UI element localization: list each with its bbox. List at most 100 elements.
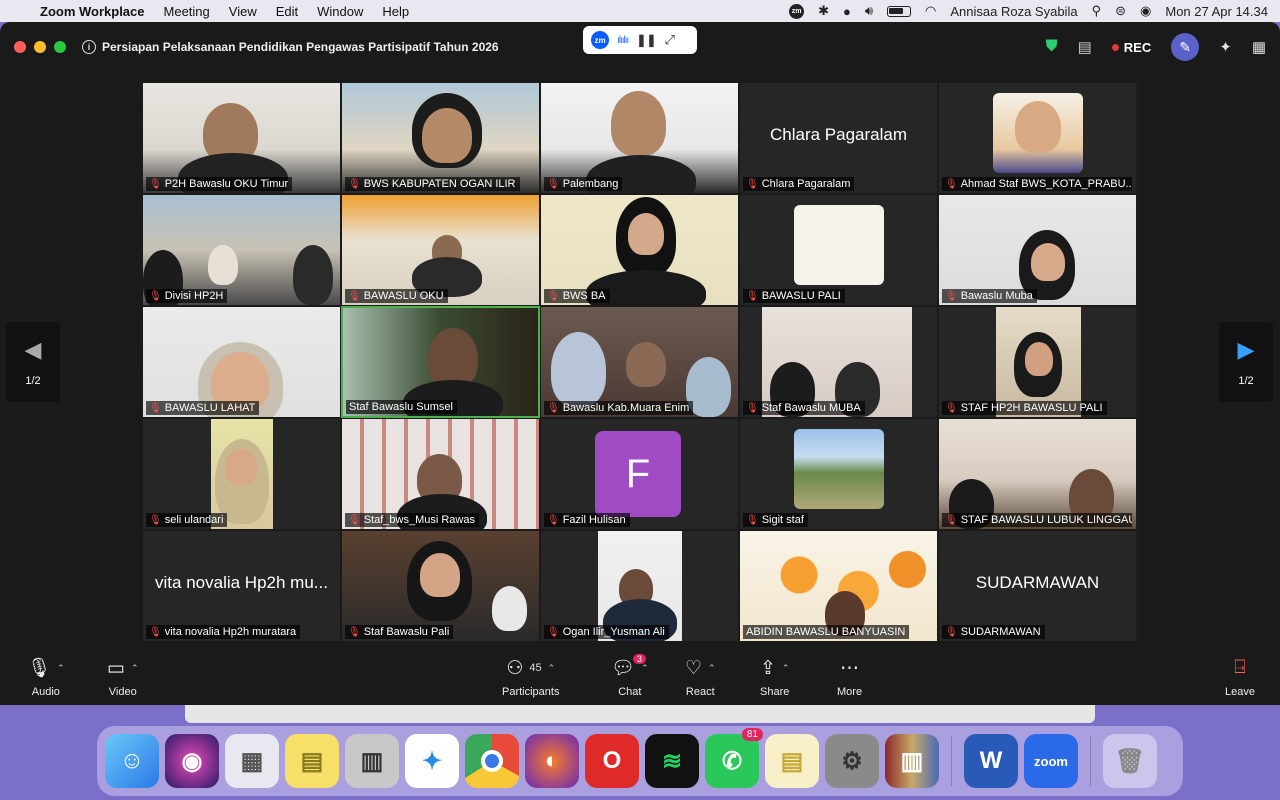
opera-icon[interactable]: O (585, 734, 639, 788)
participant-tile[interactable]: 🎙︎ Staf_bws_Musi Rawas (341, 418, 540, 530)
participant-tile[interactable]: 🎙︎ Ahmad Staf BWS_KOTA_PRABU... (938, 82, 1137, 194)
participant-tile[interactable]: 🎙︎ P2H Bawaslu OKU Timur (142, 82, 341, 194)
fullscreen-button[interactable] (54, 41, 66, 53)
audio-button[interactable]: 🎙︎ ⌃ Audio (27, 656, 65, 698)
participant-tile[interactable]: 🎙︎ BWS BA (540, 194, 739, 306)
chrome-icon[interactable] (465, 734, 519, 788)
spotify-icon[interactable]: ≋ (645, 734, 699, 788)
safari-icon[interactable]: ✦ (405, 734, 459, 788)
zoom-status-icon[interactable]: zm (789, 3, 805, 19)
participant-tile[interactable]: 🎙︎ Ogan Ilir_Yusman Ali (540, 530, 739, 642)
trash-icon[interactable]: 🗑︎ (1103, 734, 1157, 788)
siri-icon[interactable]: ◉ (165, 734, 219, 788)
previous-page-button[interactable]: ◀ 1/2 (6, 322, 60, 402)
close-button[interactable] (14, 41, 26, 53)
siri-icon[interactable]: ◉ (1140, 3, 1151, 19)
participant-tile[interactable]: 🎙︎ seli ulandari (142, 418, 341, 530)
menu-bar: Zoom Workplace Meeting View Edit Window … (0, 0, 1280, 22)
react-button[interactable]: ♡ ⌃ React (685, 656, 716, 699)
notes-icon[interactable]: ▤ (1078, 38, 1092, 56)
menu-app-name[interactable]: Zoom Workplace (40, 4, 145, 19)
next-page-button[interactable]: ▶ 1/2 (1219, 322, 1273, 402)
participant-tile-active-speaker[interactable]: Staf Bawaslu Sumsel (341, 306, 540, 418)
chat-button[interactable]: 💬︎ 3 ⌃ Chat (611, 654, 649, 698)
calculator-icon[interactable]: ▥ (345, 734, 399, 788)
mic-muted-icon: 🎙︎ (945, 514, 958, 526)
clock[interactable]: Mon 27 Apr 14.34 (1165, 4, 1268, 19)
search-icon[interactable]: ⚲ (1092, 3, 1102, 19)
ai-companion-icon[interactable]: ✦ (1219, 38, 1232, 56)
menu-edit[interactable]: Edit (276, 4, 298, 19)
chevron-up-icon[interactable]: ⌃ (782, 663, 790, 674)
participants-button[interactable]: ⚇ 45 ⌃ Participants (502, 656, 559, 699)
wifi-icon[interactable]: ◠ (925, 3, 936, 19)
video-button[interactable]: ▭ ⌃ Video (107, 656, 139, 699)
participant-tile[interactable]: vita novalia Hp2h mu... 🎙︎ vita novalia H… (142, 530, 341, 642)
participant-tile[interactable]: 🎙︎ Sigit staf (739, 418, 938, 530)
microsoft-word-icon[interactable]: W (964, 734, 1018, 788)
participant-tile[interactable]: 🎙︎ Staf Bawaslu Pali (341, 530, 540, 642)
more-button[interactable]: ⋯ More (837, 656, 863, 699)
participant-name: Staf Bawaslu Pali (363, 626, 450, 638)
system-settings-icon[interactable]: ⚙ (825, 734, 879, 788)
minimize-button[interactable] (34, 41, 46, 53)
page-indicator: 1/2 (25, 375, 41, 387)
finder-icon[interactable]: ☺ (105, 734, 159, 788)
participant-tile[interactable]: 🎙︎ Bawaslu Kab.Muara Enim (540, 306, 739, 418)
launchpad-icon[interactable]: ▦ (225, 734, 279, 788)
expand-icon[interactable]: ⤢ (664, 32, 674, 48)
chevron-up-icon[interactable]: ⌃ (548, 663, 556, 674)
notes-app-icon[interactable]: ▤ (765, 734, 819, 788)
participant-tile[interactable]: 🎙︎ Palembang (540, 82, 739, 194)
chevron-up-icon[interactable]: ⌃ (708, 663, 716, 674)
participant-tile[interactable]: F 🎙︎ Fazil Hulisan (540, 418, 739, 530)
participant-tile[interactable]: 🎙︎ Divisi HP2H (142, 194, 341, 306)
mic-muted-icon: 🎙︎ (945, 178, 958, 190)
menu-view[interactable]: View (229, 4, 257, 19)
firefox-icon[interactable]: ◐ (525, 734, 579, 788)
username[interactable]: Annisaa Roza Syabila (950, 4, 1077, 19)
title-bar: i Persiapan Pelaksanaan Pendidikan Penga… (0, 22, 1280, 72)
security-shield-icon[interactable]: ⛊ (1046, 38, 1058, 56)
menu-window[interactable]: Window (317, 4, 363, 19)
chevron-up-icon[interactable]: ⌃ (131, 663, 139, 674)
chevron-up-icon[interactable]: ⌃ (57, 663, 65, 674)
control-center-icon[interactable]: ⊜ (1115, 3, 1126, 19)
bluetooth-icon[interactable]: ✱ (818, 3, 829, 19)
participant-tile[interactable]: ABIDIN BAWASLU BANYUASIN (739, 530, 938, 642)
cartoon-face (1015, 101, 1061, 153)
menu-meeting[interactable]: Meeting (164, 4, 210, 19)
participant-tile[interactable]: 🎙︎ Staf Bawaslu MUBA (739, 306, 938, 418)
person-face (1025, 342, 1053, 376)
annotate-pen-icon[interactable]: ✎ (1171, 33, 1200, 61)
recording-indicator[interactable]: REC (1111, 40, 1151, 55)
participant-big-name: SUDARMAWAN (975, 573, 1100, 592)
zoom-logo-icon: zm (591, 31, 609, 49)
leave-button[interactable]: ⍈ Leave (1225, 656, 1255, 698)
menu-help[interactable]: Help (382, 4, 409, 19)
participant-tile[interactable]: SUDARMAWAN 🎙︎ SUDARMAWAN (938, 530, 1137, 642)
participant-tile[interactable]: Chlara Pagaralam 🎙︎ Chlara Pagaralam (739, 82, 938, 194)
share-button[interactable]: ⇪ ⌃ Share (760, 656, 790, 699)
zoom-app-icon[interactable]: zoom (1024, 734, 1078, 788)
participant-tile[interactable]: 🎙︎ STAF BAWASLU LUBUK LINGGAU (938, 418, 1137, 530)
participant-name: Ahmad Staf BWS_KOTA_PRABU... (960, 178, 1132, 190)
audio-status-pill[interactable]: zm ılıılıı ❚❚ ⤢ (583, 26, 697, 54)
participant-tile[interactable]: 🎙︎ STAF HP2H BAWASLU PALI (938, 306, 1137, 418)
participant-tile[interactable]: 🎙︎ BWS KABUPATEN OGAN ILIR (341, 82, 540, 194)
participant-tile[interactable]: 🎙︎ BAWASLU LAHAT (142, 306, 341, 418)
info-icon[interactable]: i (82, 40, 96, 54)
participant-tile[interactable]: 🎙︎ BAWASLU OKU (341, 194, 540, 306)
whatsapp-icon[interactable]: ✆ 81 (705, 728, 763, 788)
volume-icon[interactable]: 🔊︎ (865, 3, 873, 19)
calibre-icon[interactable]: ▥ (885, 734, 939, 788)
more-label: More (837, 686, 863, 698)
participant-tile[interactable]: 🎙︎ Bawaslu Muba (938, 194, 1137, 306)
pause-icon[interactable]: ❚❚ (636, 33, 656, 47)
participant-tile[interactable]: 🎙︎ BAWASLU PALI (739, 194, 938, 306)
chevron-up-icon[interactable]: ⌃ (641, 663, 649, 674)
user-icon[interactable]: ● (843, 4, 851, 19)
stickies-icon[interactable]: ▤ (285, 734, 339, 788)
battery-icon[interactable] (887, 5, 912, 17)
view-grid-icon[interactable]: ▦ (1252, 38, 1266, 56)
